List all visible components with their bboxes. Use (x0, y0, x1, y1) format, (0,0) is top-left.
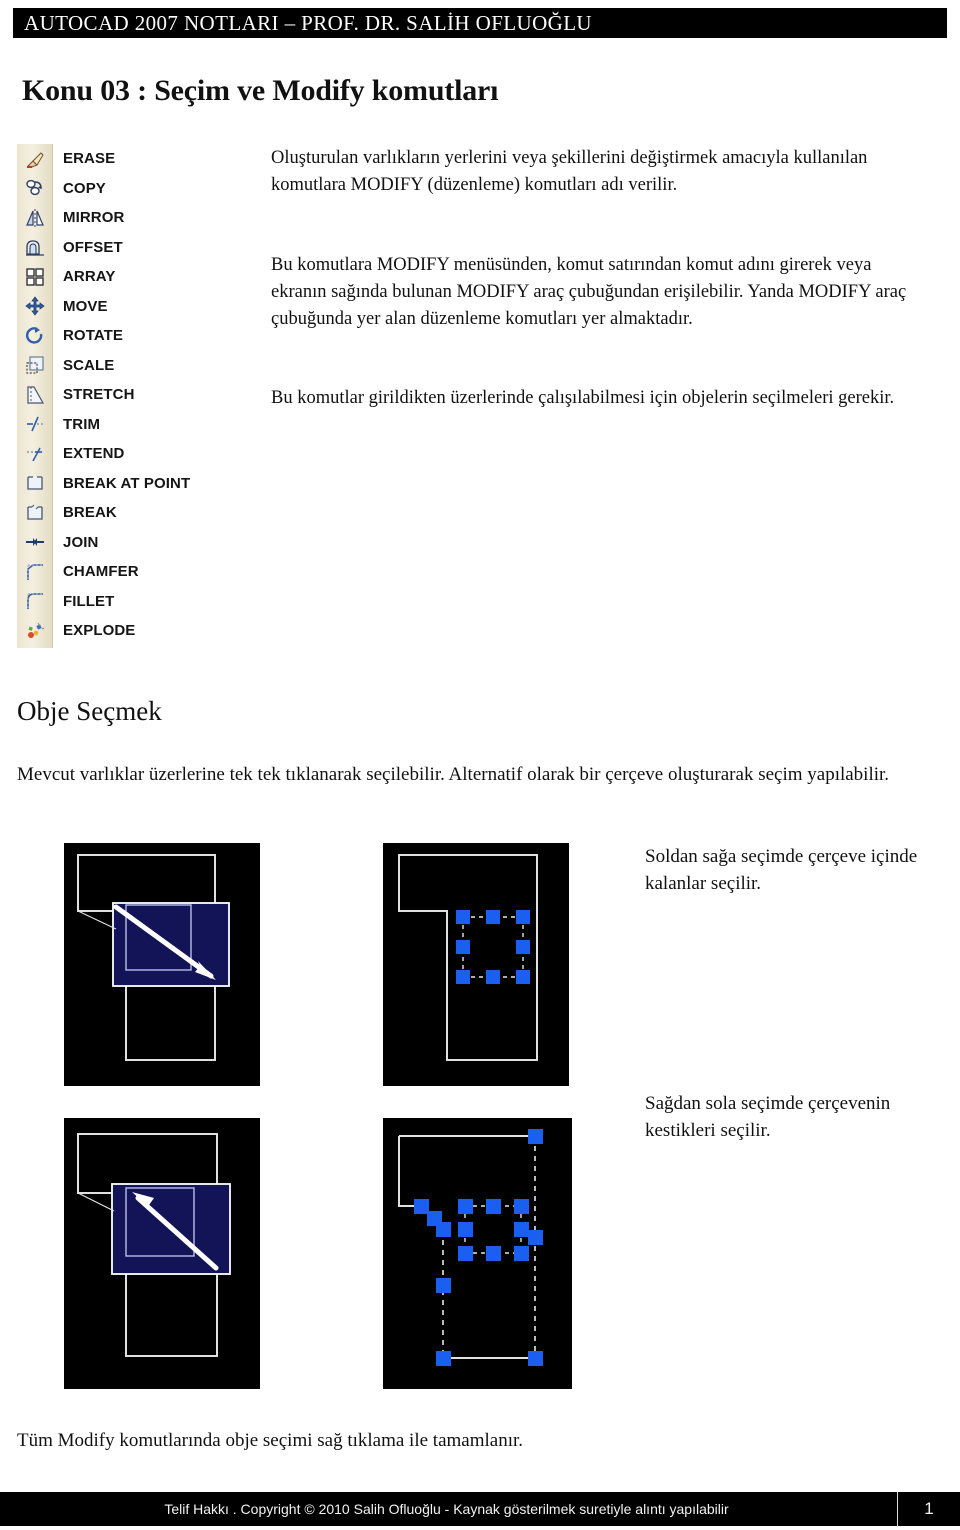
section-paragraph: Mevcut varlıklar üzerlerine tek tek tıkl… (17, 764, 890, 785)
toolbar-item-label: OFFSET (63, 238, 123, 256)
figure-left-to-right-selection (64, 843, 260, 1086)
toolbar-item-join[interactable]: JOIN (17, 528, 199, 558)
toolbar-item-stretch[interactable]: STRETCH (17, 380, 199, 410)
rotate-icon (17, 321, 52, 351)
toolbar-item-label: MOVE (63, 297, 108, 315)
figure-left-to-right-result (383, 843, 569, 1086)
page-title: Konu 03 : Seçim ve Modify komutları (22, 74, 499, 107)
array-icon (17, 262, 52, 292)
toolbar-item-label: STRETCH (63, 386, 135, 404)
header-title: AUTOCAD 2007 NOTLARI – PROF. DR. SALİH O… (24, 10, 592, 35)
toolbar-item-rotate[interactable]: ROTATE (17, 321, 199, 351)
intro-paragraph-1: Oluşturulan varlıkların yerlerini veya ş… (271, 148, 868, 195)
join-icon (17, 528, 52, 558)
toolbar-item-copy[interactable]: COPY (17, 174, 199, 204)
toolbar-item-label: ARRAY (63, 268, 116, 286)
break-icon (17, 498, 52, 528)
explode-icon (17, 616, 52, 646)
extend-icon (17, 439, 52, 469)
footer-page-number: 1 (924, 1499, 934, 1518)
mirror-icon (17, 203, 52, 233)
document-header-bar: AUTOCAD 2007 NOTLARI – PROF. DR. SALİH O… (13, 8, 947, 38)
toolbar-item-label: ROTATE (63, 327, 124, 345)
figure-right-to-left-result (383, 1118, 572, 1389)
toolbar-item-break[interactable]: BREAK (17, 498, 199, 528)
document-footer-bar: Telif Hakkı . Copyright © 2010 Salih Ofl… (0, 1492, 960, 1526)
caption-left-to-right: Soldan sağa seçimde çerçeve içinde kalan… (645, 846, 918, 894)
toolbar-item-erase[interactable]: ERASE (17, 144, 199, 174)
copy-icon (17, 174, 52, 204)
toolbar-item-trim[interactable]: TRIM (17, 410, 199, 440)
toolbar-item-offset[interactable]: OFFSET (17, 233, 199, 263)
closing-note: Tüm Modify komutlarında obje seçimi sağ … (17, 1430, 524, 1451)
toolbar-item-label: COPY (63, 179, 106, 197)
offset-icon (17, 233, 52, 263)
toolbar-item-label: JOIN (63, 533, 99, 551)
toolbar-item-label: BREAK AT POINT (63, 474, 191, 492)
fillet-icon (17, 587, 52, 617)
chamfer-icon (17, 557, 52, 587)
toolbar-item-explode[interactable]: EXPLODE (17, 616, 199, 646)
toolbar-item-fillet[interactable]: FILLET (17, 587, 199, 617)
toolbar-item-label: SCALE (63, 356, 115, 374)
toolbar-item-scale[interactable]: SCALE (17, 351, 199, 381)
toolbar-item-label: BREAK (63, 504, 117, 522)
toolbar-item-chamfer[interactable]: CHAMFER (17, 557, 199, 587)
stretch-icon (17, 380, 52, 410)
intro-paragraph-2: Bu komutlara MODIFY menüsünden, komut sa… (271, 255, 907, 329)
toolbar-item-move[interactable]: MOVE (17, 292, 199, 322)
toolbar-item-mirror[interactable]: MIRROR (17, 203, 199, 233)
scale-icon (17, 351, 52, 381)
footer-copyright: Telif Hakkı . Copyright © 2010 Salih Ofl… (164, 1501, 729, 1517)
footer-divider (897, 1492, 898, 1526)
toolbar-item-label: EXPLODE (63, 622, 136, 640)
toolbar-item-label: TRIM (63, 415, 101, 433)
modify-toolbar: ERASE COPY MIRROR OFFSET ARRAY MOVE ROTA… (17, 144, 199, 648)
erase-icon (17, 144, 52, 174)
move-icon (17, 292, 52, 322)
toolbar-item-label: MIRROR (63, 209, 125, 227)
caption-right-to-left: Sağdan sola seçimde çerçevenin kestikler… (645, 1093, 891, 1141)
toolbar-item-break-at-point[interactable]: BREAK AT POINT (17, 469, 199, 499)
intro-paragraph-3: Bu komutlar girildikten üzerlerinde çalı… (271, 388, 895, 408)
toolbar-item-extend[interactable]: EXTEND (17, 439, 199, 469)
toolbar-item-label: EXTEND (63, 445, 125, 463)
break-at-point-icon (17, 469, 52, 499)
section-heading-obje-secmek: Obje Seçmek (17, 696, 162, 726)
toolbar-item-array[interactable]: ARRAY (17, 262, 199, 292)
toolbar-item-label: CHAMFER (63, 563, 139, 581)
trim-icon (17, 410, 52, 440)
toolbar-item-label: FILLET (63, 592, 115, 610)
figure-right-to-left-selection (64, 1118, 260, 1389)
toolbar-item-label: ERASE (63, 150, 116, 168)
